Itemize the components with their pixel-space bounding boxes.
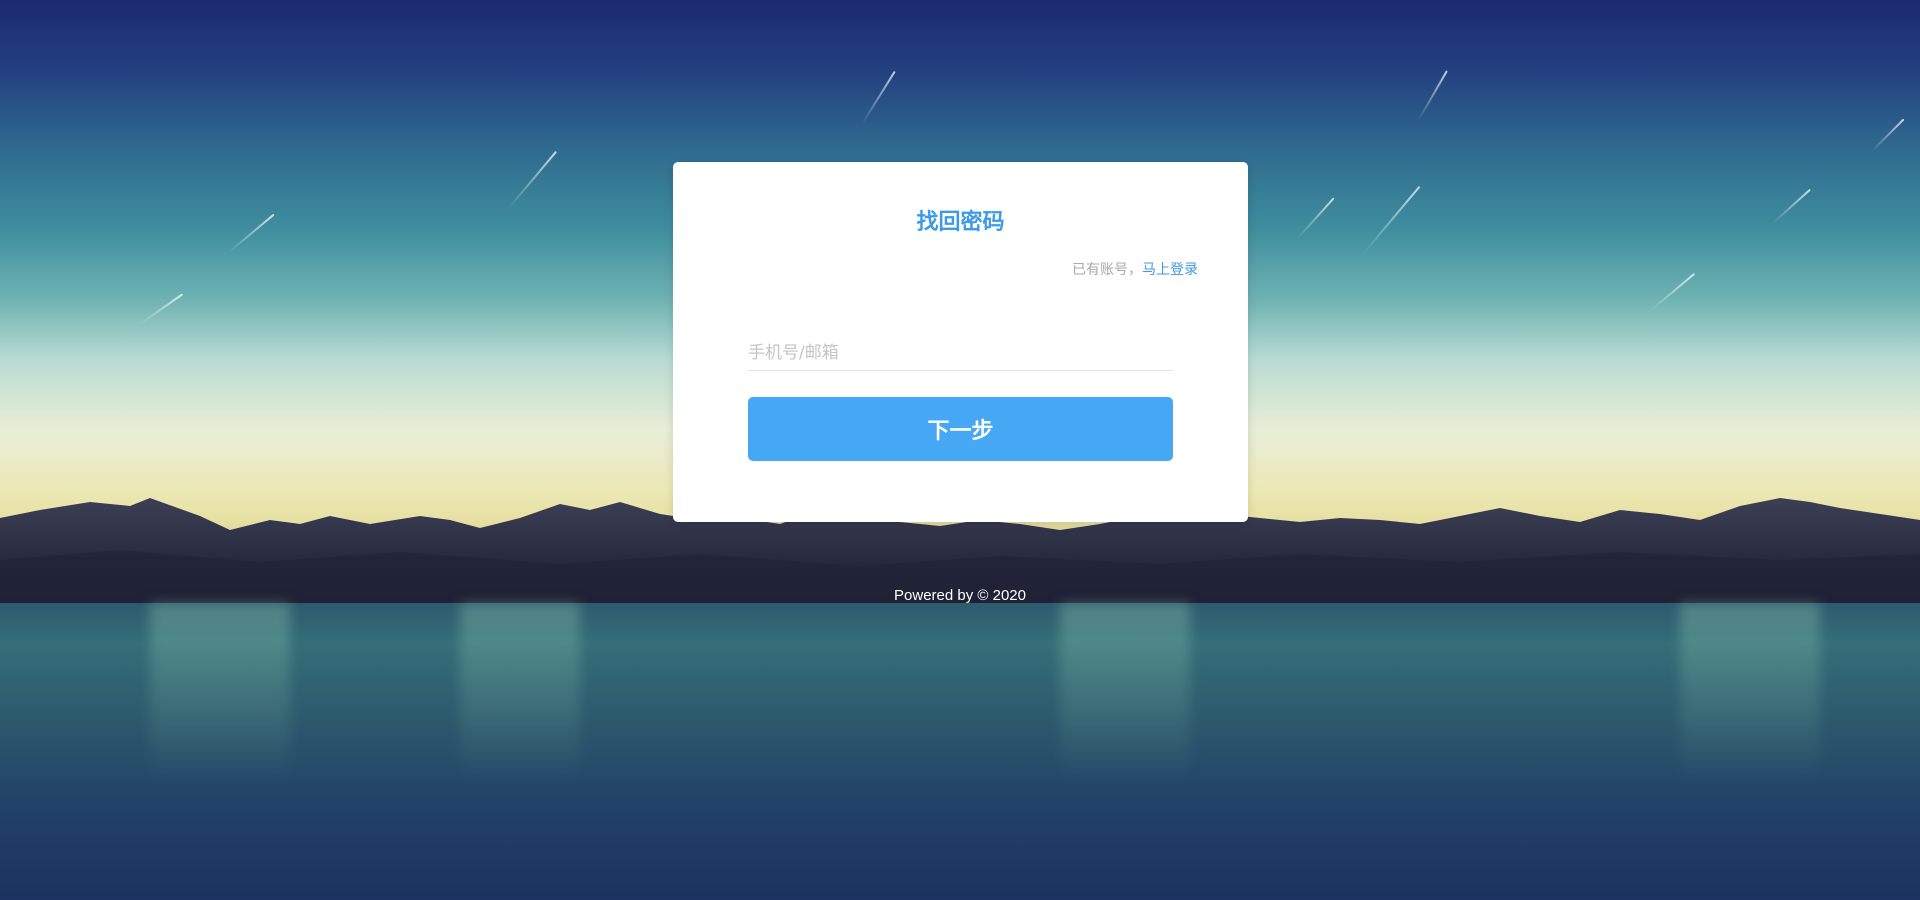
- water-reflection: [460, 603, 580, 783]
- has-account-text: 已有账号，: [1072, 262, 1142, 278]
- account-input[interactable]: [748, 338, 1173, 368]
- footer-copyright: Powered by © 2020: [894, 587, 1026, 604]
- login-link[interactable]: 马上登录: [1142, 262, 1198, 278]
- water-reflection: [150, 603, 290, 783]
- water-reflection: [1060, 603, 1190, 783]
- next-step-button[interactable]: 下一步: [748, 397, 1173, 461]
- page-title: 找回密码: [916, 210, 1005, 235]
- account-field: [748, 338, 1173, 371]
- water-reflection: [1680, 603, 1820, 783]
- login-prompt: 已有账号，马上登录: [1072, 259, 1198, 279]
- reset-password-panel: 找回密码 已有账号，马上登录 下一步: [673, 162, 1248, 522]
